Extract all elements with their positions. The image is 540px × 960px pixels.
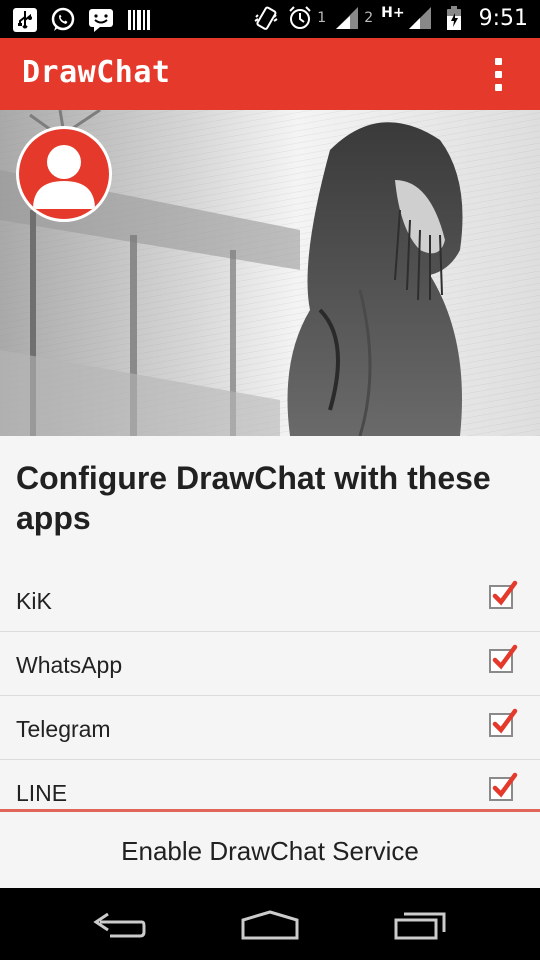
alarm-icon bbox=[289, 6, 312, 29]
back-icon[interactable] bbox=[84, 902, 154, 946]
battery-icon bbox=[446, 6, 461, 30]
vibrate-icon bbox=[254, 6, 278, 30]
usb-icon bbox=[13, 8, 37, 32]
messaging-icon bbox=[89, 9, 113, 32]
checkbox-kik[interactable] bbox=[488, 580, 518, 610]
checkbox-telegram[interactable] bbox=[488, 708, 518, 738]
navigation-bar bbox=[0, 888, 540, 960]
sim1-label: 1 bbox=[317, 10, 327, 26]
app-title: DrawChat bbox=[22, 55, 171, 90]
app-label: WhatsApp bbox=[16, 652, 123, 678]
avatar[interactable] bbox=[16, 126, 112, 222]
enable-service-button[interactable]: Enable DrawChat Service bbox=[0, 812, 540, 888]
app-list: KiK WhatsApp Telegram LINE bbox=[0, 568, 540, 812]
app-label: LINE bbox=[16, 780, 68, 806]
header-image bbox=[0, 110, 540, 436]
sim2-label: 2 bbox=[364, 10, 374, 26]
app-label: KiK bbox=[16, 588, 52, 614]
app-bar: DrawChat bbox=[0, 38, 540, 110]
checkbox-whatsapp[interactable] bbox=[488, 644, 518, 674]
recents-icon[interactable] bbox=[386, 902, 456, 946]
whatsapp-icon bbox=[51, 7, 75, 31]
main-content: Configure DrawChat with these apps KiK W… bbox=[0, 436, 540, 812]
signal-icon bbox=[408, 7, 431, 29]
list-item-line[interactable]: LINE bbox=[0, 760, 540, 812]
app-label: Telegram bbox=[16, 716, 111, 742]
list-item-whatsapp[interactable]: WhatsApp bbox=[0, 632, 540, 696]
user-icon bbox=[33, 145, 95, 209]
checkbox-line[interactable] bbox=[488, 772, 518, 802]
home-icon[interactable] bbox=[235, 902, 305, 946]
list-item-kik[interactable]: KiK bbox=[0, 568, 540, 632]
page-title: Configure DrawChat with these apps bbox=[16, 460, 491, 536]
overflow-menu-icon[interactable] bbox=[486, 58, 510, 92]
network-type-label: H+ bbox=[381, 5, 405, 21]
signal-icon bbox=[336, 7, 359, 29]
list-item-telegram[interactable]: Telegram bbox=[0, 696, 540, 760]
status-bar: 1 2 H+ 9:51 bbox=[0, 0, 540, 38]
status-time: 9:51 bbox=[478, 5, 528, 31]
enable-service-label: Enable DrawChat Service bbox=[121, 836, 419, 866]
barcode-icon bbox=[128, 10, 150, 30]
